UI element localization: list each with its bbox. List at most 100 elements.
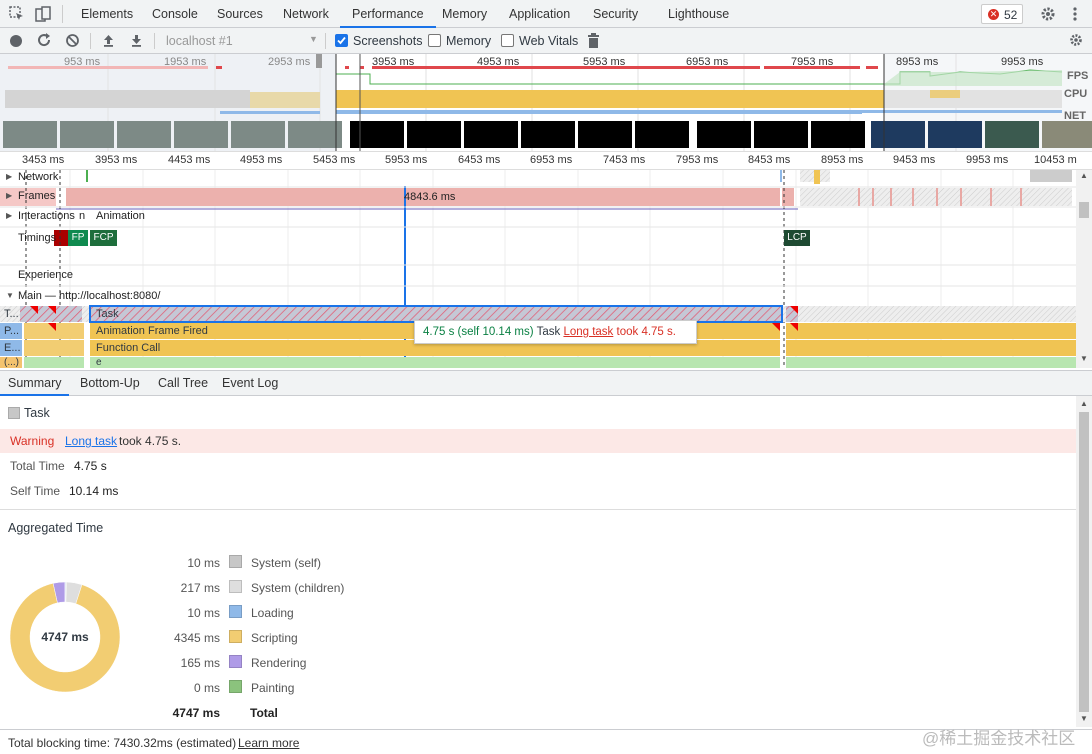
summary-scrollbar[interactable]: ▲ ▼ (1076, 396, 1092, 727)
tab-summary[interactable]: Summary (0, 371, 70, 396)
scroll-thumb[interactable] (1079, 412, 1089, 712)
interactions-sub-label: n (79, 210, 86, 222)
anon-short-label[interactable]: (...) (4, 357, 19, 368)
tab-performance[interactable]: Performance (340, 0, 436, 28)
flame-vertical-scrollbar[interactable]: ▲ ▼ (1076, 170, 1092, 368)
aggregated-time-title: Aggregated Time (8, 521, 104, 535)
e-short-label[interactable]: E... (4, 342, 21, 354)
network-track[interactable]: ▶ Network (0, 170, 1076, 186)
animation-frame-event[interactable]: Animation Frame Fired (96, 325, 208, 337)
ruler-tick: 8953 ms (821, 154, 864, 166)
task-event[interactable]: Task (96, 308, 119, 320)
profile-select-value: localhost #1 (166, 34, 233, 48)
legend-row: 217 ms System (children) (0, 577, 400, 597)
trash-icon[interactable] (587, 33, 600, 51)
fp-marker[interactable]: FP (68, 230, 88, 246)
tab-event-log[interactable]: Event Log (222, 371, 278, 396)
warning-label: Warning (10, 434, 55, 448)
memory-label: Memory (446, 34, 492, 48)
legend-label: System (self) (251, 556, 322, 570)
scroll-down-icon[interactable]: ▼ (1080, 354, 1088, 363)
overview-tick: 3953 ms (372, 56, 415, 68)
task-short-label[interactable]: T... (4, 308, 19, 320)
tab-application[interactable]: Application (509, 0, 570, 28)
cpu-label: CPU (1064, 88, 1088, 100)
clear-icon[interactable] (65, 33, 80, 51)
e-event[interactable]: e (96, 357, 102, 368)
ruler-tick: 6453 ms (458, 154, 501, 166)
error-counter[interactable]: ✕ 52 (981, 4, 1023, 24)
total-time-value: 4.75 s (74, 459, 107, 473)
screenshots-checkbox[interactable] (335, 34, 348, 47)
timeline-overview[interactable]: 953 ms 1953 ms 2953 ms 3953 ms 4953 ms 5… (0, 54, 1092, 152)
profile-select[interactable]: localhost #1 ▼ (160, 31, 320, 51)
overview-tick: 1953 ms (164, 56, 207, 68)
summary-title: Task (24, 406, 50, 420)
legend-swatch (229, 655, 242, 668)
screenshots-label: Screenshots (353, 34, 423, 48)
legend-swatch (229, 680, 242, 693)
scroll-down-icon[interactable]: ▼ (1080, 714, 1088, 723)
tab-network[interactable]: Network (283, 0, 329, 28)
tooltip-rest: took 4.75 s. (616, 326, 676, 338)
capture-settings-icon[interactable] (1068, 32, 1084, 51)
performance-toolbar: localhost #1 ▼ Screenshots Memory Web Vi… (0, 28, 1092, 54)
tab-memory[interactable]: Memory (442, 0, 487, 28)
tab-lighthouse[interactable]: Lighthouse (668, 0, 729, 28)
main-thread-track[interactable]: ▼ Main — http://localhost:8080/ (0, 290, 1076, 306)
legend-row: 10 ms System (self) (0, 552, 400, 572)
device-toolbar-icon[interactable] (34, 5, 52, 23)
record-icon[interactable] (10, 35, 22, 47)
watermark: @稀土掘金技术社区 (922, 729, 1076, 748)
ruler-tick: 5953 ms (385, 154, 428, 166)
tab-sources[interactable]: Sources (217, 0, 263, 28)
web-vitals-checkbox[interactable] (501, 34, 514, 47)
scroll-up-icon[interactable]: ▲ (1080, 399, 1088, 408)
tooltip-long-task-link[interactable]: Long task (563, 326, 613, 338)
task-color-swatch (8, 407, 20, 419)
more-menu-icon[interactable] (1066, 5, 1084, 23)
legend-label: Painting (251, 681, 295, 695)
fps-label: FPS (1067, 70, 1089, 82)
frames-track[interactable]: ▶ Frames 4843.6 ms (0, 188, 1076, 206)
inspect-element-icon[interactable] (8, 5, 26, 23)
function-call-event[interactable]: Function Call (96, 342, 160, 354)
warning-long-task-link[interactable]: Long task (65, 434, 117, 448)
reload-record-icon[interactable] (36, 32, 52, 51)
scroll-thumb[interactable] (1079, 202, 1089, 218)
download-icon[interactable] (129, 33, 144, 51)
flame-chart[interactable]: ▶ Network ▶ Frames 4843.6 ms ▶ Interacti… (0, 170, 1076, 368)
upload-icon[interactable] (101, 33, 116, 51)
expand-arrow-icon[interactable]: ▶ (6, 172, 12, 181)
timings-track[interactable]: Timings FP FCP LCP (0, 230, 1076, 246)
learn-more-link[interactable]: Learn more (238, 736, 299, 750)
warning-rest: took 4.75 s. (119, 434, 182, 448)
ruler-tick: 4453 ms (168, 154, 211, 166)
animation-label: Animation (96, 210, 145, 222)
tab-call-tree[interactable]: Call Tree (158, 371, 208, 396)
interactions-track[interactable]: ▶ Interactions n Animation (0, 210, 1076, 226)
legend-value: 10 ms (187, 556, 220, 570)
tab-bottom-up[interactable]: Bottom-Up (80, 371, 140, 396)
memory-checkbox[interactable] (428, 34, 441, 47)
status-bar: Total blocking time: 7430.32ms (estimate… (0, 729, 1092, 754)
legend-row: 10 ms Loading (0, 602, 400, 622)
frames-track-label: Frames (18, 190, 56, 202)
experience-track[interactable]: Experience (0, 269, 1076, 285)
overview-tick: 2953 ms (268, 56, 311, 68)
settings-gear-icon[interactable] (1039, 5, 1057, 23)
legend-total-label: Total (250, 706, 278, 720)
tooltip-name: Task (536, 326, 561, 338)
p-short-label[interactable]: P... (4, 325, 19, 337)
expand-arrow-icon[interactable]: ▶ (6, 191, 12, 200)
scroll-up-icon[interactable]: ▲ (1080, 171, 1088, 180)
fcp-marker[interactable]: FCP (90, 230, 117, 246)
expand-arrow-icon[interactable]: ▶ (6, 211, 12, 220)
lcp-marker[interactable]: LCP (784, 230, 810, 246)
collapse-arrow-icon[interactable]: ▼ (6, 291, 14, 300)
tab-elements[interactable]: Elements (81, 0, 133, 28)
tab-security[interactable]: Security (593, 0, 638, 28)
legend-row: 4345 ms Scripting (0, 627, 400, 647)
tab-console[interactable]: Console (152, 0, 198, 28)
legend-swatch (229, 580, 242, 593)
